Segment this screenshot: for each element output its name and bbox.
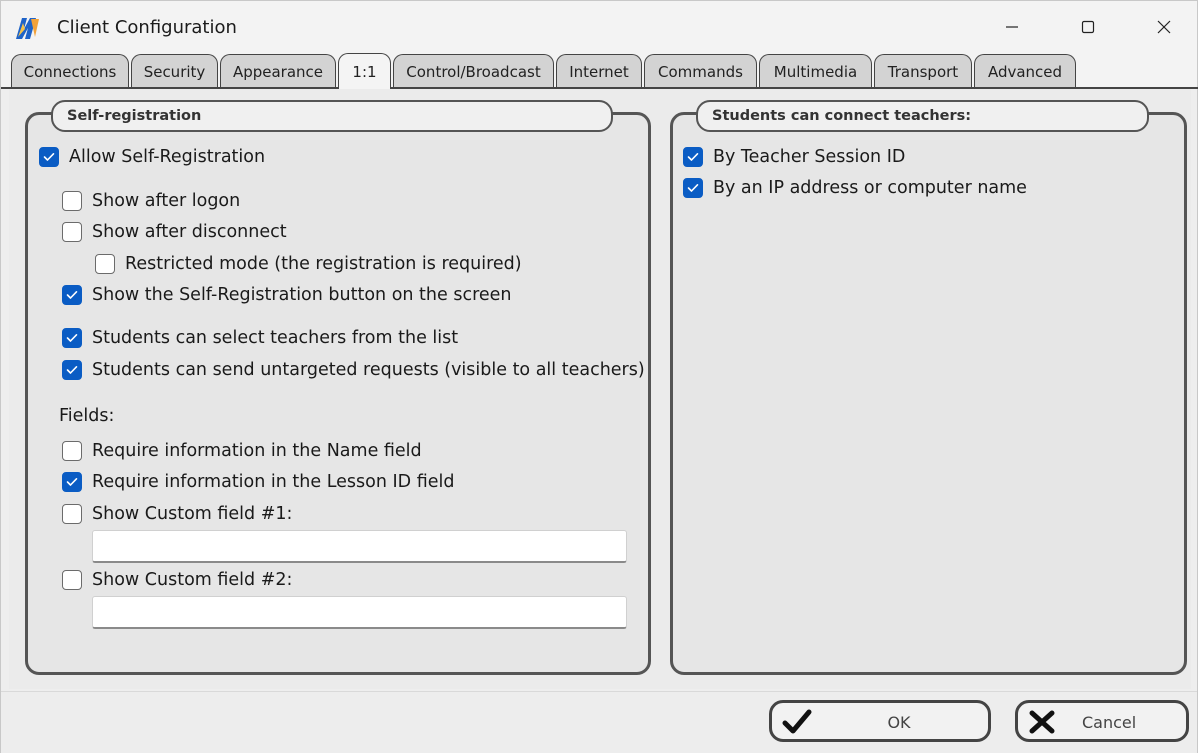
- client-configuration-window: Client Configuration Connections Securit…: [0, 0, 1198, 753]
- tab-commands[interactable]: Commands: [644, 54, 757, 88]
- require-lesson-id-checkbox[interactable]: Require information in the Lesson ID fie…: [62, 470, 454, 494]
- checkbox-unchecked-icon: [62, 504, 82, 524]
- maximize-button[interactable]: [1060, 1, 1116, 53]
- by-session-id-checkbox[interactable]: By Teacher Session ID: [683, 145, 905, 169]
- require-name-label: Require information in the Name field: [92, 441, 422, 461]
- custom-field-2-input[interactable]: [92, 596, 627, 629]
- cancel-button-label: Cancel: [1082, 713, 1137, 732]
- custom-field-1-checkbox[interactable]: Show Custom field #1:: [62, 502, 292, 526]
- custom-field-2-label: Show Custom field #2:: [92, 570, 293, 590]
- app-logo-icon: [16, 18, 39, 39]
- by-ip-checkbox[interactable]: By an IP address or computer name: [683, 176, 1027, 200]
- checkbox-unchecked-icon: [62, 191, 82, 211]
- self-registration-title: Self-registration: [51, 100, 613, 132]
- checkbox-unchecked-icon: [62, 222, 82, 242]
- tab-1-1[interactable]: 1:1: [338, 53, 391, 89]
- minimize-button[interactable]: [984, 1, 1040, 53]
- tab-security[interactable]: Security: [131, 54, 218, 88]
- checkbox-checked-icon: [62, 360, 82, 380]
- require-name-checkbox[interactable]: Require information in the Name field: [62, 439, 422, 463]
- show-after-disconnect-label: Show after disconnect: [92, 222, 287, 242]
- custom-field-2-checkbox[interactable]: Show Custom field #2:: [62, 568, 292, 592]
- allow-self-registration-label: Allow Self-Registration: [69, 147, 266, 167]
- tab-internet[interactable]: Internet: [556, 54, 642, 88]
- ok-button-label: OK: [887, 713, 911, 732]
- show-registration-button-checkbox[interactable]: Show the Self-Registration button on the…: [62, 283, 512, 307]
- tab-appearance[interactable]: Appearance: [220, 54, 336, 88]
- cancel-button[interactable]: Cancel: [1015, 700, 1189, 742]
- untargeted-requests-checkbox[interactable]: Students can send untargeted requests (v…: [62, 358, 645, 382]
- by-session-id-label: By Teacher Session ID: [713, 147, 906, 167]
- fields-label: Fields:: [59, 406, 115, 426]
- show-registration-button-label: Show the Self-Registration button on the…: [92, 285, 512, 305]
- close-icon: [1157, 20, 1171, 34]
- show-after-logon-checkbox[interactable]: Show after logon: [62, 189, 240, 213]
- custom-field-1-label: Show Custom field #1:: [92, 504, 293, 524]
- restricted-mode-checkbox[interactable]: Restricted mode (the registration is req…: [95, 252, 522, 276]
- restricted-mode-label: Restricted mode (the registration is req…: [125, 254, 522, 274]
- show-after-logon-label: Show after logon: [92, 191, 241, 211]
- checkbox-checked-icon: [62, 328, 82, 348]
- checkbox-checked-icon: [39, 147, 59, 167]
- minimize-icon: [1006, 26, 1018, 28]
- checkbox-checked-icon: [62, 472, 82, 492]
- select-teachers-label: Students can select teachers from the li…: [92, 328, 459, 348]
- tab-advanced[interactable]: Advanced: [974, 54, 1076, 88]
- checkbox-checked-icon: [683, 147, 703, 167]
- ok-button[interactable]: OK: [769, 700, 991, 742]
- tab-connections[interactable]: Connections: [11, 54, 129, 88]
- custom-field-1-input[interactable]: [92, 530, 627, 563]
- checkbox-checked-icon: [62, 285, 82, 305]
- checkbox-unchecked-icon: [95, 254, 115, 274]
- select-teachers-checkbox[interactable]: Students can select teachers from the li…: [62, 326, 458, 350]
- allow-self-registration-checkbox[interactable]: Allow Self-Registration: [39, 145, 265, 169]
- close-button[interactable]: [1136, 1, 1192, 53]
- untargeted-requests-label: Students can send untargeted requests (v…: [92, 360, 645, 380]
- tab-multimedia[interactable]: Multimedia: [759, 54, 872, 88]
- checkbox-unchecked-icon: [62, 441, 82, 461]
- connect-teachers-title: Students can connect teachers:: [696, 100, 1149, 132]
- checkbox-checked-icon: [683, 178, 703, 198]
- checkbox-unchecked-icon: [62, 570, 82, 590]
- cancel-x-icon: [1029, 710, 1055, 734]
- tab-transport[interactable]: Transport: [874, 54, 972, 88]
- show-after-disconnect-checkbox[interactable]: Show after disconnect: [62, 220, 287, 244]
- maximize-icon: [1081, 20, 1095, 34]
- require-lesson-id-label: Require information in the Lesson ID fie…: [92, 472, 455, 492]
- by-ip-label: By an IP address or computer name: [713, 178, 1027, 198]
- tab-control-broadcast[interactable]: Control/Broadcast: [393, 54, 554, 88]
- title-bar: Client Configuration: [1, 1, 1197, 53]
- window-title: Client Configuration: [57, 17, 237, 38]
